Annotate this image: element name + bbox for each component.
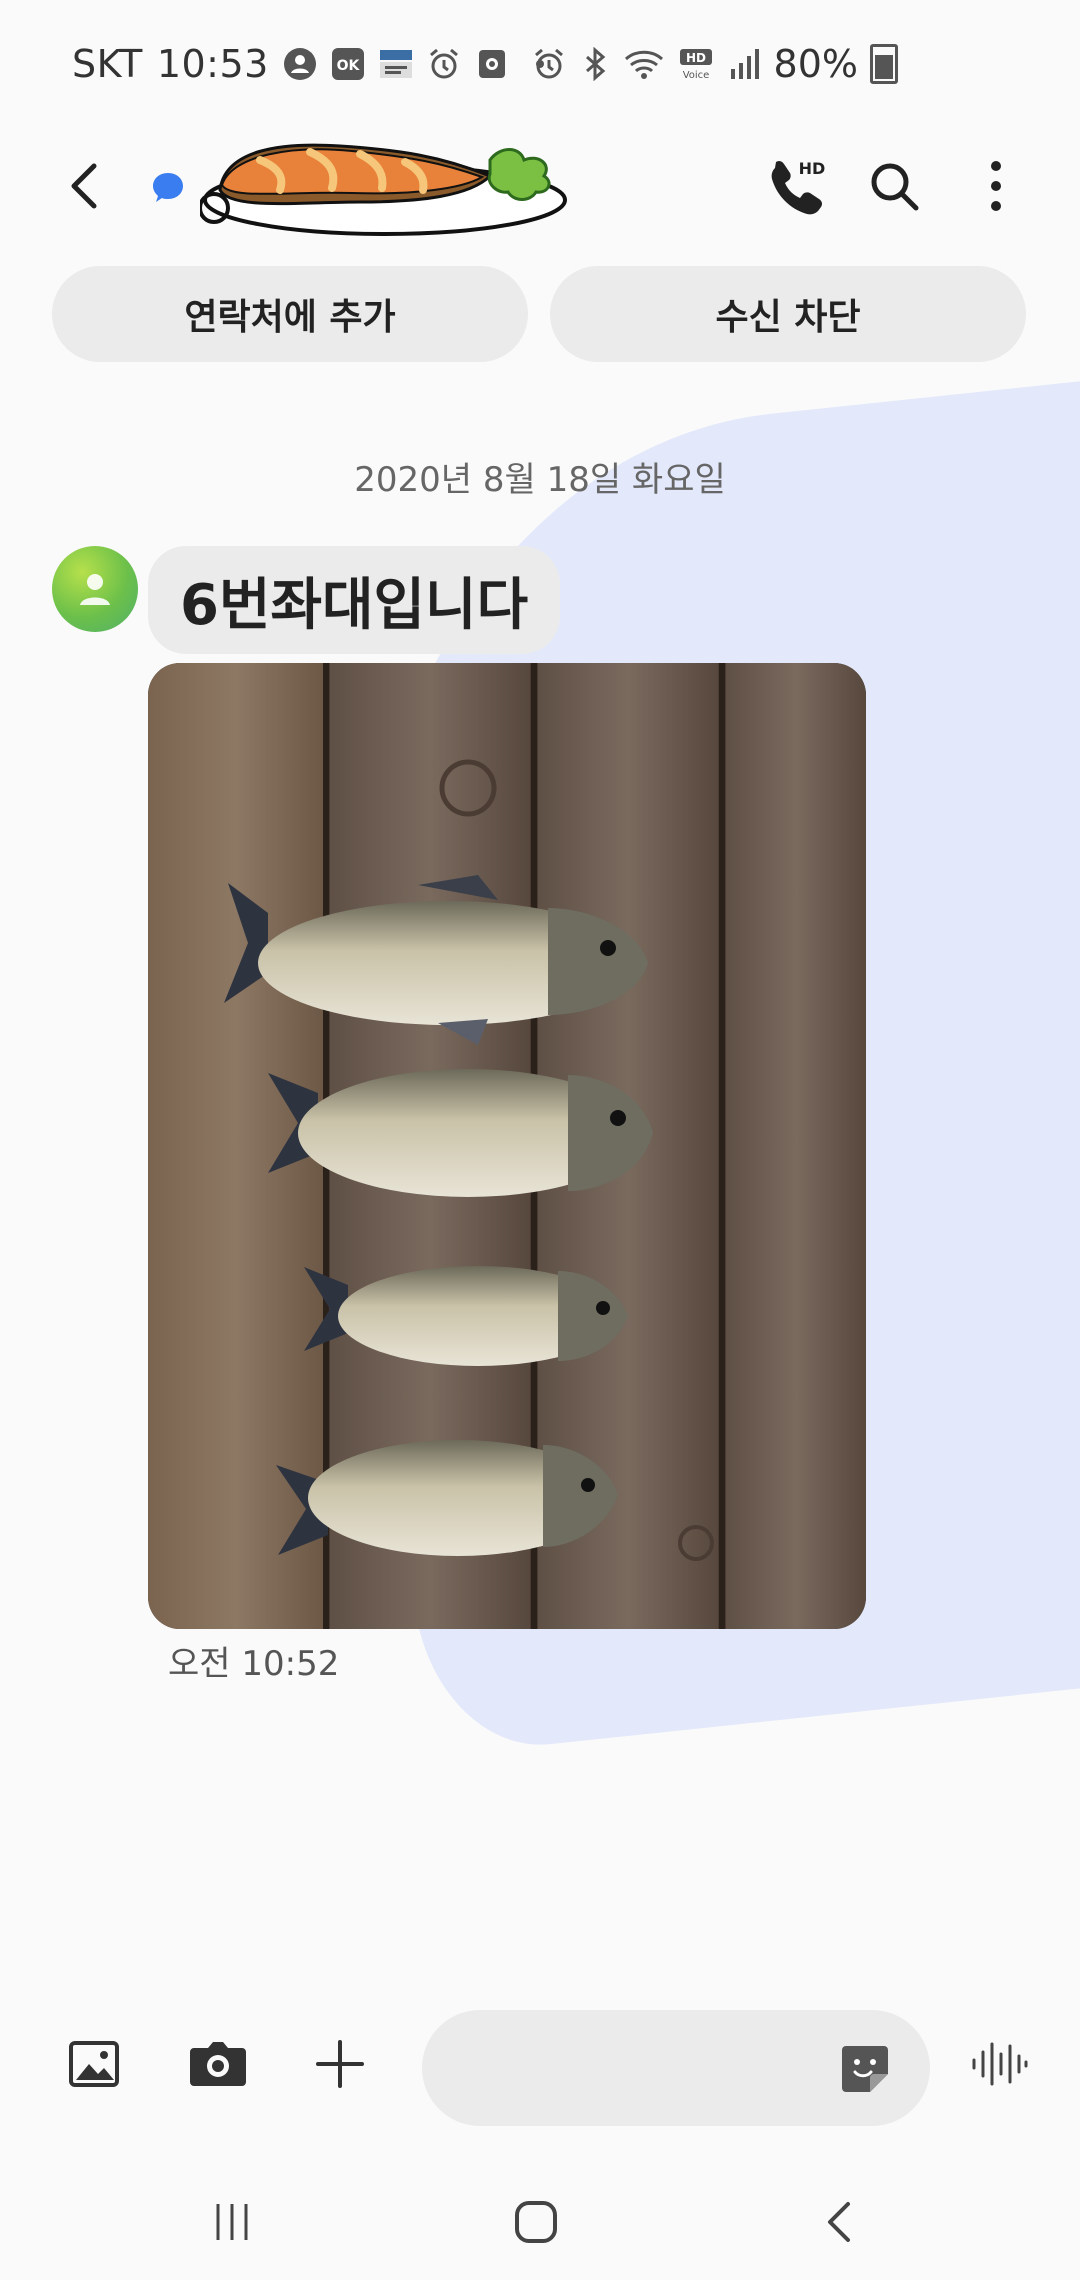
sender-avatar[interactable] xyxy=(52,546,138,632)
image-icon[interactable] xyxy=(68,2038,120,2090)
ytn-news-icon xyxy=(379,50,412,78)
bluetooth-icon xyxy=(585,47,605,81)
message-input[interactable] xyxy=(458,2038,822,2100)
search-icon[interactable] xyxy=(866,158,922,214)
account-icon xyxy=(283,48,316,80)
recent-apps-icon[interactable] xyxy=(210,2200,254,2244)
status-left: SKT 10:53 OK xyxy=(72,42,557,86)
system-navigation-bar xyxy=(0,2170,1080,2280)
plus-icon[interactable] xyxy=(314,2038,366,2090)
sticker-icon[interactable] xyxy=(838,2042,892,2096)
voice-label: Voice xyxy=(682,70,709,81)
ok-cashbag-icon: OK xyxy=(331,48,364,80)
add-contact-button[interactable]: 연락처에 추가 xyxy=(52,266,528,362)
camera-icon[interactable] xyxy=(188,2038,248,2090)
alarm-icon xyxy=(429,48,458,79)
hd-label: HD xyxy=(686,51,706,65)
home-icon[interactable] xyxy=(512,2198,560,2246)
person-icon xyxy=(80,574,110,605)
battery-level: 80% xyxy=(773,42,858,86)
signal-icon xyxy=(730,49,759,79)
message-time: 오전 10:52 xyxy=(168,1644,340,1684)
message-photo[interactable] xyxy=(148,663,866,1629)
conversation-header: HD xyxy=(0,130,1080,240)
wifi-icon xyxy=(624,50,663,79)
message-composer xyxy=(0,2000,1080,2140)
block-number-button[interactable]: 수신 차단 xyxy=(550,266,1026,362)
hd-call-icon[interactable]: HD xyxy=(762,154,826,218)
message-input-container[interactable] xyxy=(422,2010,930,2126)
nav-back-icon[interactable] xyxy=(820,2200,860,2244)
screen-record-icon xyxy=(478,50,505,78)
date-divider: 2020년 8월 18일 화요일 xyxy=(354,460,726,500)
clock: 10:53 xyxy=(156,42,269,86)
chat-bubble-indicator-icon xyxy=(153,173,183,202)
contact-sticker-image[interactable] xyxy=(200,130,590,240)
call-hd-badge: HD xyxy=(799,159,826,178)
more-vertical-icon[interactable] xyxy=(976,158,1016,214)
alarm-icon xyxy=(534,48,563,79)
back-arrow-icon[interactable] xyxy=(58,158,114,214)
hd-voice-icon: HD Voice xyxy=(679,49,712,81)
status-right: HD Voice 80% xyxy=(532,42,898,86)
status-bar: SKT 10:53 OK HD Voice 80% xyxy=(0,0,1080,130)
voice-waveform-icon[interactable] xyxy=(970,2038,1028,2090)
battery-icon xyxy=(870,44,898,84)
ok-badge-text: OK xyxy=(336,58,360,74)
message-bubble[interactable]: 6번좌대입니다 xyxy=(148,546,561,654)
carrier-label: SKT xyxy=(72,42,143,86)
